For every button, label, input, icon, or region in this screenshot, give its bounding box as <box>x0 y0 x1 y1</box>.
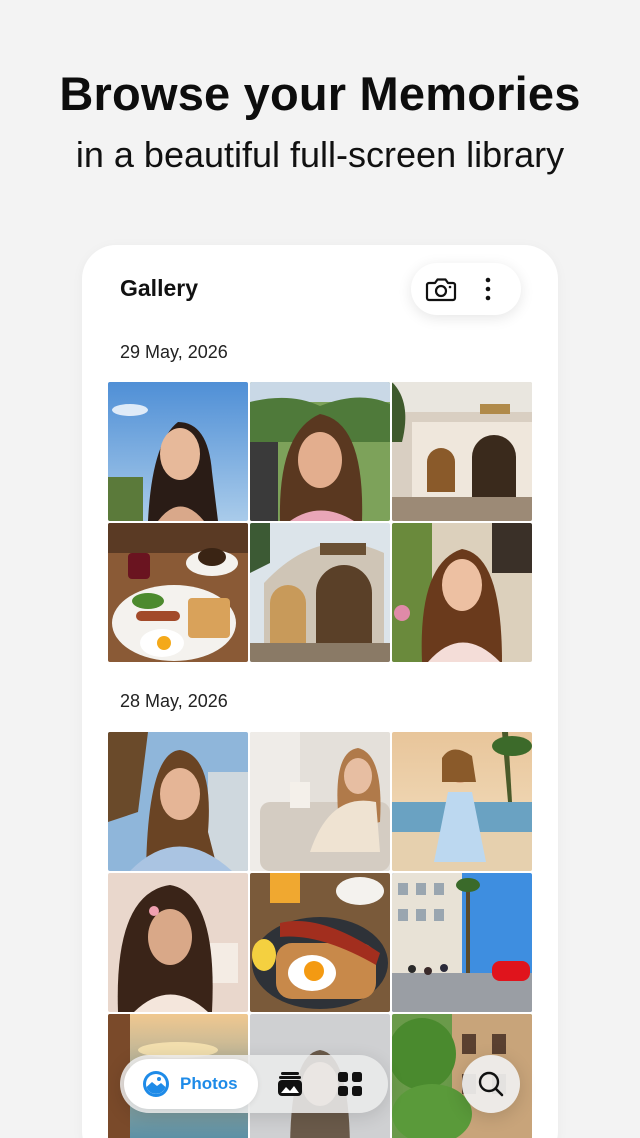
section-date: 29 May, 2026 <box>120 342 228 362</box>
woman-in-car-image <box>250 382 390 521</box>
promo-title: Browse your Memories <box>59 67 581 120</box>
photo-thumbnail[interactable] <box>108 732 248 871</box>
page-title: Gallery <box>120 275 198 301</box>
tab-photos[interactable]: Photos <box>124 1059 258 1109</box>
tab-photos-label: Photos <box>180 1074 238 1093</box>
tab-collections[interactable] <box>334 1068 366 1100</box>
gallery-screen: Gallery 29 May, 2026 28 May, 2026 Photos <box>82 245 558 1138</box>
more-vertical-icon <box>485 277 491 301</box>
section-date: 28 May, 2026 <box>120 691 228 711</box>
photo-thumbnail[interactable] <box>108 523 248 662</box>
more-options-button[interactable] <box>473 273 503 305</box>
sunset-cafe-storefront-image <box>250 523 390 662</box>
search-button[interactable] <box>462 1055 520 1113</box>
promo-subtitle: in a beautiful full-screen library <box>75 134 565 175</box>
breakfast-coffee-image <box>108 523 248 662</box>
grid-icon <box>338 1072 362 1096</box>
albums-icon <box>278 1072 302 1096</box>
woman-beach-dress-image <box>392 732 532 871</box>
girl-pink-room-image <box>108 873 248 1012</box>
camera-button[interactable] <box>425 274 457 304</box>
photo-thumbnail[interactable] <box>392 873 532 1012</box>
city-street-red-car-image <box>392 873 532 1012</box>
tab-albums[interactable] <box>274 1068 306 1100</box>
bottom-tab-bar: Photos <box>120 1055 388 1113</box>
bacon-egg-toast-image <box>250 873 390 1012</box>
camera-icon <box>425 278 457 302</box>
photo-thumbnail[interactable] <box>392 523 532 662</box>
photo-thumbnail[interactable] <box>250 732 390 871</box>
woman-white-shirt-image <box>108 732 248 871</box>
photos-icon <box>143 1071 169 1097</box>
woman-in-garden-image <box>392 523 532 662</box>
photo-thumbnail[interactable] <box>392 732 532 871</box>
photo-thumbnail[interactable] <box>108 382 248 521</box>
photo-thumbnail[interactable] <box>250 382 390 521</box>
search-icon <box>478 1071 504 1097</box>
cafe-exterior-night-image <box>392 382 532 521</box>
photo-thumbnail[interactable] <box>250 523 390 662</box>
photo-thumbnail[interactable] <box>108 873 248 1012</box>
photo-thumbnail[interactable] <box>250 873 390 1012</box>
header-actions <box>411 263 521 315</box>
photo-thumbnail[interactable] <box>392 382 532 521</box>
woman-reading-sofa-image <box>250 732 390 871</box>
portrait-woman-sky-image <box>108 382 248 521</box>
photo-grid <box>108 382 532 662</box>
